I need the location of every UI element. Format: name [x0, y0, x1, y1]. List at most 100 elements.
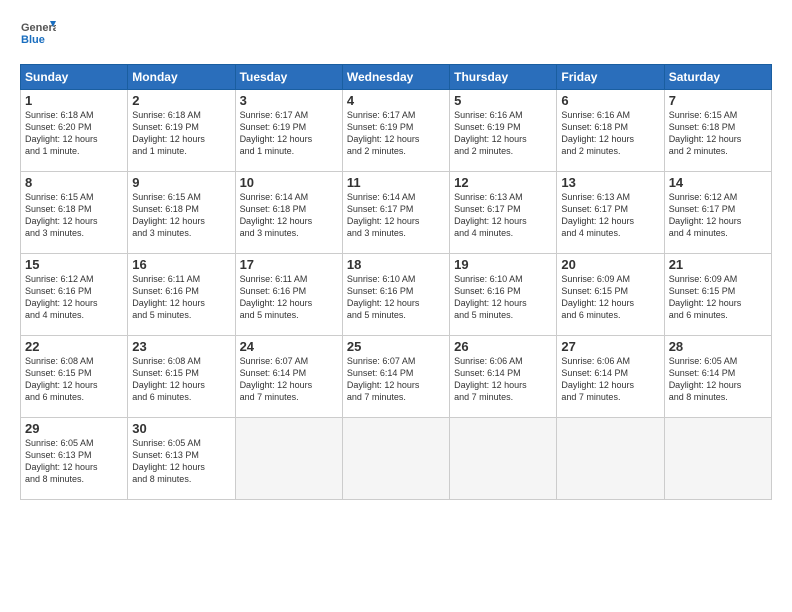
cell-info: Sunrise: 6:16 AMSunset: 6:18 PMDaylight:… — [561, 109, 659, 158]
cell-info: Sunrise: 6:14 AMSunset: 6:18 PMDaylight:… — [240, 191, 338, 240]
calendar-day-header: Thursday — [450, 65, 557, 90]
cell-info: Sunrise: 6:10 AMSunset: 6:16 PMDaylight:… — [347, 273, 445, 322]
calendar-cell — [664, 418, 771, 500]
calendar-day-header: Sunday — [21, 65, 128, 90]
calendar-cell — [450, 418, 557, 500]
cell-info: Sunrise: 6:07 AMSunset: 6:14 PMDaylight:… — [240, 355, 338, 404]
day-number: 1 — [25, 93, 123, 108]
day-number: 9 — [132, 175, 230, 190]
calendar-cell: 20Sunrise: 6:09 AMSunset: 6:15 PMDayligh… — [557, 254, 664, 336]
day-number: 12 — [454, 175, 552, 190]
day-number: 14 — [669, 175, 767, 190]
cell-info: Sunrise: 6:12 AMSunset: 6:17 PMDaylight:… — [669, 191, 767, 240]
calendar-week-row: 1Sunrise: 6:18 AMSunset: 6:20 PMDaylight… — [21, 90, 772, 172]
cell-info: Sunrise: 6:17 AMSunset: 6:19 PMDaylight:… — [240, 109, 338, 158]
calendar-cell: 22Sunrise: 6:08 AMSunset: 6:15 PMDayligh… — [21, 336, 128, 418]
calendar-cell: 11Sunrise: 6:14 AMSunset: 6:17 PMDayligh… — [342, 172, 449, 254]
cell-info: Sunrise: 6:15 AMSunset: 6:18 PMDaylight:… — [669, 109, 767, 158]
cell-info: Sunrise: 6:15 AMSunset: 6:18 PMDaylight:… — [25, 191, 123, 240]
calendar-day-header: Monday — [128, 65, 235, 90]
calendar-cell — [235, 418, 342, 500]
cell-info: Sunrise: 6:08 AMSunset: 6:15 PMDaylight:… — [132, 355, 230, 404]
calendar-cell — [557, 418, 664, 500]
cell-info: Sunrise: 6:13 AMSunset: 6:17 PMDaylight:… — [561, 191, 659, 240]
cell-info: Sunrise: 6:05 AMSunset: 6:14 PMDaylight:… — [669, 355, 767, 404]
cell-info: Sunrise: 6:18 AMSunset: 6:20 PMDaylight:… — [25, 109, 123, 158]
day-number: 24 — [240, 339, 338, 354]
calendar-day-header: Friday — [557, 65, 664, 90]
day-number: 21 — [669, 257, 767, 272]
calendar-cell: 21Sunrise: 6:09 AMSunset: 6:15 PMDayligh… — [664, 254, 771, 336]
calendar-cell: 4Sunrise: 6:17 AMSunset: 6:19 PMDaylight… — [342, 90, 449, 172]
cell-info: Sunrise: 6:13 AMSunset: 6:17 PMDaylight:… — [454, 191, 552, 240]
day-number: 15 — [25, 257, 123, 272]
day-number: 27 — [561, 339, 659, 354]
calendar-cell: 12Sunrise: 6:13 AMSunset: 6:17 PMDayligh… — [450, 172, 557, 254]
calendar-cell: 8Sunrise: 6:15 AMSunset: 6:18 PMDaylight… — [21, 172, 128, 254]
day-number: 6 — [561, 93, 659, 108]
logo: General Blue — [20, 16, 56, 52]
calendar-cell: 5Sunrise: 6:16 AMSunset: 6:19 PMDaylight… — [450, 90, 557, 172]
cell-info: Sunrise: 6:14 AMSunset: 6:17 PMDaylight:… — [347, 191, 445, 240]
day-number: 17 — [240, 257, 338, 272]
cell-info: Sunrise: 6:16 AMSunset: 6:19 PMDaylight:… — [454, 109, 552, 158]
cell-info: Sunrise: 6:05 AMSunset: 6:13 PMDaylight:… — [25, 437, 123, 486]
calendar-cell: 29Sunrise: 6:05 AMSunset: 6:13 PMDayligh… — [21, 418, 128, 500]
calendar-cell: 24Sunrise: 6:07 AMSunset: 6:14 PMDayligh… — [235, 336, 342, 418]
svg-text:General: General — [21, 22, 56, 34]
day-number: 7 — [669, 93, 767, 108]
calendar-cell: 2Sunrise: 6:18 AMSunset: 6:19 PMDaylight… — [128, 90, 235, 172]
day-number: 22 — [25, 339, 123, 354]
calendar-day-header: Wednesday — [342, 65, 449, 90]
calendar-week-row: 15Sunrise: 6:12 AMSunset: 6:16 PMDayligh… — [21, 254, 772, 336]
day-number: 10 — [240, 175, 338, 190]
day-number: 28 — [669, 339, 767, 354]
calendar-cell: 9Sunrise: 6:15 AMSunset: 6:18 PMDaylight… — [128, 172, 235, 254]
day-number: 8 — [25, 175, 123, 190]
day-number: 11 — [347, 175, 445, 190]
cell-info: Sunrise: 6:18 AMSunset: 6:19 PMDaylight:… — [132, 109, 230, 158]
calendar-cell: 17Sunrise: 6:11 AMSunset: 6:16 PMDayligh… — [235, 254, 342, 336]
calendar-cell: 15Sunrise: 6:12 AMSunset: 6:16 PMDayligh… — [21, 254, 128, 336]
day-number: 4 — [347, 93, 445, 108]
day-number: 16 — [132, 257, 230, 272]
calendar-cell: 23Sunrise: 6:08 AMSunset: 6:15 PMDayligh… — [128, 336, 235, 418]
calendar-cell: 25Sunrise: 6:07 AMSunset: 6:14 PMDayligh… — [342, 336, 449, 418]
calendar-cell: 6Sunrise: 6:16 AMSunset: 6:18 PMDaylight… — [557, 90, 664, 172]
cell-info: Sunrise: 6:07 AMSunset: 6:14 PMDaylight:… — [347, 355, 445, 404]
day-number: 13 — [561, 175, 659, 190]
cell-info: Sunrise: 6:10 AMSunset: 6:16 PMDaylight:… — [454, 273, 552, 322]
calendar-cell: 26Sunrise: 6:06 AMSunset: 6:14 PMDayligh… — [450, 336, 557, 418]
day-number: 3 — [240, 93, 338, 108]
header: General Blue — [20, 16, 772, 52]
calendar-cell: 7Sunrise: 6:15 AMSunset: 6:18 PMDaylight… — [664, 90, 771, 172]
day-number: 30 — [132, 421, 230, 436]
day-number: 25 — [347, 339, 445, 354]
cell-info: Sunrise: 6:08 AMSunset: 6:15 PMDaylight:… — [25, 355, 123, 404]
cell-info: Sunrise: 6:05 AMSunset: 6:13 PMDaylight:… — [132, 437, 230, 486]
calendar-cell: 19Sunrise: 6:10 AMSunset: 6:16 PMDayligh… — [450, 254, 557, 336]
cell-info: Sunrise: 6:11 AMSunset: 6:16 PMDaylight:… — [240, 273, 338, 322]
day-number: 29 — [25, 421, 123, 436]
svg-text:Blue: Blue — [21, 34, 45, 46]
day-number: 5 — [454, 93, 552, 108]
page-container: General Blue SundayMondayTuesdayWednesda… — [0, 0, 792, 510]
day-number: 18 — [347, 257, 445, 272]
cell-info: Sunrise: 6:11 AMSunset: 6:16 PMDaylight:… — [132, 273, 230, 322]
calendar-cell: 18Sunrise: 6:10 AMSunset: 6:16 PMDayligh… — [342, 254, 449, 336]
calendar-day-header: Tuesday — [235, 65, 342, 90]
cell-info: Sunrise: 6:17 AMSunset: 6:19 PMDaylight:… — [347, 109, 445, 158]
calendar-cell: 28Sunrise: 6:05 AMSunset: 6:14 PMDayligh… — [664, 336, 771, 418]
calendar-cell: 13Sunrise: 6:13 AMSunset: 6:17 PMDayligh… — [557, 172, 664, 254]
day-number: 2 — [132, 93, 230, 108]
cell-info: Sunrise: 6:15 AMSunset: 6:18 PMDaylight:… — [132, 191, 230, 240]
calendar-cell — [342, 418, 449, 500]
calendar-cell: 30Sunrise: 6:05 AMSunset: 6:13 PMDayligh… — [128, 418, 235, 500]
calendar-cell: 27Sunrise: 6:06 AMSunset: 6:14 PMDayligh… — [557, 336, 664, 418]
cell-info: Sunrise: 6:09 AMSunset: 6:15 PMDaylight:… — [561, 273, 659, 322]
calendar-week-row: 29Sunrise: 6:05 AMSunset: 6:13 PMDayligh… — [21, 418, 772, 500]
calendar-week-row: 8Sunrise: 6:15 AMSunset: 6:18 PMDaylight… — [21, 172, 772, 254]
calendar-cell: 14Sunrise: 6:12 AMSunset: 6:17 PMDayligh… — [664, 172, 771, 254]
day-number: 23 — [132, 339, 230, 354]
logo-svg: General Blue — [20, 16, 56, 52]
